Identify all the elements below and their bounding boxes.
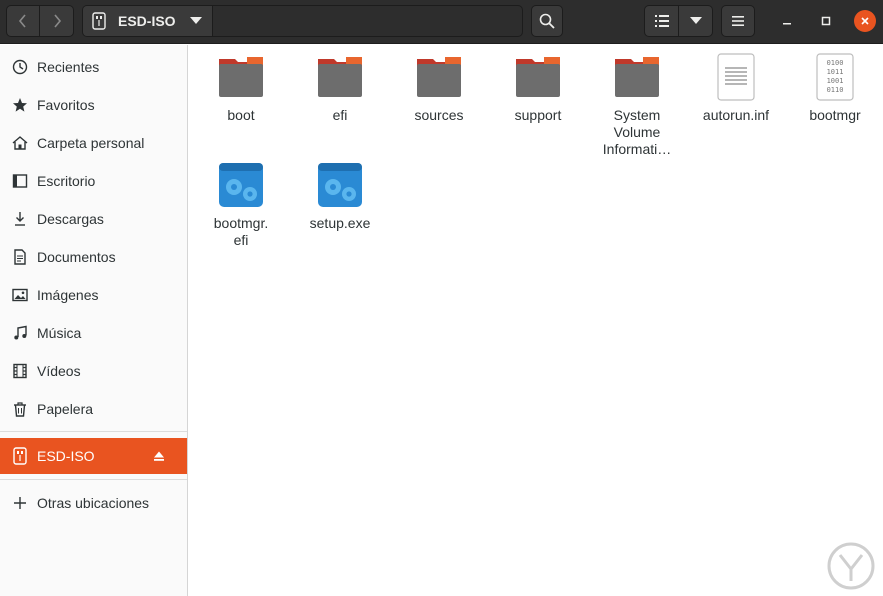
file-grid: boot efi sources support System Volume I… [188,45,883,596]
forward-button[interactable] [40,5,74,37]
sidebar: Recientes Favoritos Carpeta personal Esc… [0,45,188,596]
file-item-efi[interactable]: efi [294,53,386,124]
file-item-bootmgr[interactable]: 0100 1011 1001 0110 bootmgr [789,53,881,124]
maximize-button[interactable] [815,10,837,32]
file-name: support [514,107,562,123]
sidebar-item-label: Papelera [37,401,94,417]
sidebar-item-escritorio[interactable]: Escritorio [0,164,187,198]
sidebar-item-imagenes[interactable]: Imágenes [0,278,187,312]
folder-icon [318,57,362,97]
minimize-icon [783,23,791,25]
download-icon [11,210,29,228]
clock-icon [11,58,29,76]
home-icon [11,134,29,152]
sidebar-item-label: ESD-ISO [37,448,95,464]
svg-text:1001: 1001 [827,77,844,85]
back-button[interactable] [6,5,40,37]
sidebar-item-otras-ubicaciones[interactable]: Otras ubicaciones [0,486,187,520]
search-button[interactable] [531,5,563,37]
path-label: ESD-ISO [118,13,176,29]
sidebar-item-carpeta-personal[interactable]: Carpeta personal [0,126,187,160]
file-name: bootmgr. efi [213,215,269,248]
close-button[interactable] [854,10,876,32]
executable-icon [318,163,362,207]
sidebar-divider [0,479,187,480]
desktop-icon [11,172,29,190]
sidebar-item-papelera[interactable]: Papelera [0,392,187,426]
sidebar-item-documentos[interactable]: Documentos [0,240,187,274]
file-name: sources [414,107,464,123]
svg-text:0100: 0100 [827,59,844,67]
eject-icon[interactable] [153,449,165,461]
binary-file-icon: 0100 1011 1001 0110 [816,53,854,101]
header-bar: ESD-ISO [0,0,883,44]
file-item-system-volume-information[interactable]: System Volume Informati… [591,53,683,158]
trash-icon [11,400,29,418]
plus-icon [11,494,29,512]
file-name: bootmgr [809,107,861,123]
minimize-button[interactable] [776,10,798,32]
file-name: autorun.inf [702,107,770,123]
close-icon [861,17,869,25]
location-bar[interactable]: ESD-ISO [82,5,523,37]
file-name: efi [332,107,348,123]
sidebar-item-musica[interactable]: Música [0,316,187,350]
executable-icon [219,163,263,207]
file-name: boot [227,107,255,123]
file-item-boot[interactable]: boot [195,53,287,124]
list-view-icon [654,15,669,27]
svg-text:0110: 0110 [827,86,844,94]
document-icon [11,248,29,266]
sidebar-item-label: Favoritos [37,97,95,113]
file-item-bootmgr-efi[interactable]: bootmgr. efi [195,161,287,249]
sidebar-item-favoritos[interactable]: Favoritos [0,88,187,122]
sidebar-item-descargas[interactable]: Descargas [0,202,187,236]
file-name: System Volume Informati… [602,107,672,157]
list-view-button[interactable] [644,5,679,37]
folder-icon [516,57,560,97]
sidebar-item-label: Recientes [37,59,100,75]
menu-button[interactable] [721,5,755,37]
music-icon [11,324,29,342]
folder-icon [615,57,659,97]
maximize-icon [821,16,831,26]
sidebar-item-label: Descargas [37,211,104,227]
sidebar-item-label: Carpeta personal [37,135,145,151]
search-icon [539,13,555,29]
sidebar-item-esd-iso[interactable]: ESD-ISO [0,438,187,474]
star-icon [11,96,29,114]
usb-icon [11,447,29,465]
sidebar-item-label: Escritorio [37,173,96,189]
usb-icon [92,12,106,30]
file-item-support[interactable]: support [492,53,584,124]
image-icon [11,286,29,304]
watermark-logo [827,542,875,590]
folder-icon [417,57,461,97]
svg-text:1011: 1011 [827,68,844,76]
sidebar-item-label: Documentos [37,249,116,265]
hamburger-icon [732,16,744,26]
sidebar-divider [0,431,187,432]
chevron-down-icon [189,17,202,24]
chevron-down-icon [689,17,702,24]
sidebar-item-label: Otras ubicaciones [37,495,150,511]
sidebar-item-label: Imágenes [37,287,99,303]
file-name: setup.exe [309,215,371,231]
file-item-setup-exe[interactable]: setup.exe [294,161,386,232]
sidebar-item-videos[interactable]: Vídeos [0,354,187,388]
file-item-autorun-inf[interactable]: autorun.inf [690,53,782,124]
chevron-right-icon [53,14,61,28]
chevron-left-icon [18,14,26,28]
file-item-sources[interactable]: sources [393,53,485,124]
sidebar-item-label: Vídeos [37,363,81,379]
folder-icon [219,57,263,97]
text-file-icon [717,53,755,101]
video-icon [11,362,29,380]
sidebar-item-recientes[interactable]: Recientes [0,50,187,84]
path-segment-current[interactable]: ESD-ISO [83,6,213,36]
view-options-button[interactable] [679,5,713,37]
sidebar-item-label: Música [37,325,82,341]
